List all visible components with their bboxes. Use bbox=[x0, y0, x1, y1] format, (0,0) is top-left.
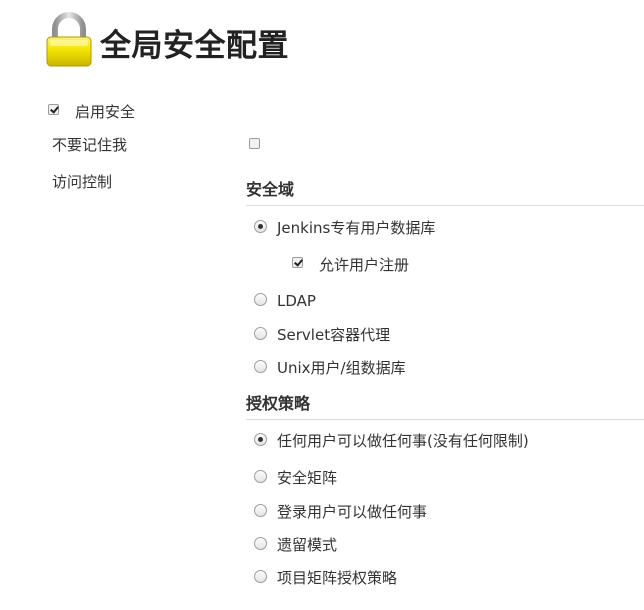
lock-icon bbox=[46, 12, 92, 67]
section-divider bbox=[246, 419, 644, 420]
authz-radio-matrix[interactable] bbox=[254, 470, 267, 483]
enable-security-checkbox[interactable] bbox=[48, 104, 59, 115]
authz-label-logged-in: 登录用户可以做任何事 bbox=[277, 503, 428, 521]
allow-signup-label: 允许用户注册 bbox=[319, 256, 410, 274]
security-realm-header: 安全域 bbox=[246, 180, 295, 199]
dont-remember-me-checkbox[interactable] bbox=[249, 138, 260, 149]
authz-radio-logged-in[interactable] bbox=[254, 504, 267, 517]
page-title: 全局安全配置 bbox=[100, 28, 289, 64]
enable-security-label: 启用安全 bbox=[75, 103, 136, 121]
authz-label-matrix: 安全矩阵 bbox=[277, 469, 338, 487]
authz-radio-legacy[interactable] bbox=[254, 537, 267, 550]
realm-radio-ldap[interactable] bbox=[254, 293, 267, 306]
realm-label-ldap: LDAP bbox=[277, 292, 316, 310]
dont-remember-me-label: 不要记住我 bbox=[52, 136, 128, 154]
realm-radio-unix[interactable] bbox=[254, 360, 267, 373]
access-control-label: 访问控制 bbox=[52, 173, 113, 191]
authz-label-project-matrix: 项目矩阵授权策略 bbox=[277, 569, 398, 587]
authz-radio-project-matrix[interactable] bbox=[254, 570, 267, 583]
authorization-header: 授权策略 bbox=[246, 394, 311, 413]
authz-label-legacy: 遗留模式 bbox=[277, 536, 338, 554]
authz-radio-anyone[interactable] bbox=[254, 433, 267, 446]
allow-signup-checkbox[interactable] bbox=[292, 257, 303, 268]
authz-label-anyone: 任何用户可以做任何事(没有任何限制) bbox=[277, 432, 529, 450]
realm-radio-jenkins-db[interactable] bbox=[254, 220, 267, 233]
realm-radio-servlet[interactable] bbox=[254, 327, 267, 340]
realm-label-servlet: Servlet容器代理 bbox=[277, 326, 391, 344]
realm-label-jenkins-db: Jenkins专有用户数据库 bbox=[277, 219, 436, 237]
realm-label-unix: Unix用户/组数据库 bbox=[277, 359, 406, 377]
section-divider bbox=[246, 205, 644, 206]
